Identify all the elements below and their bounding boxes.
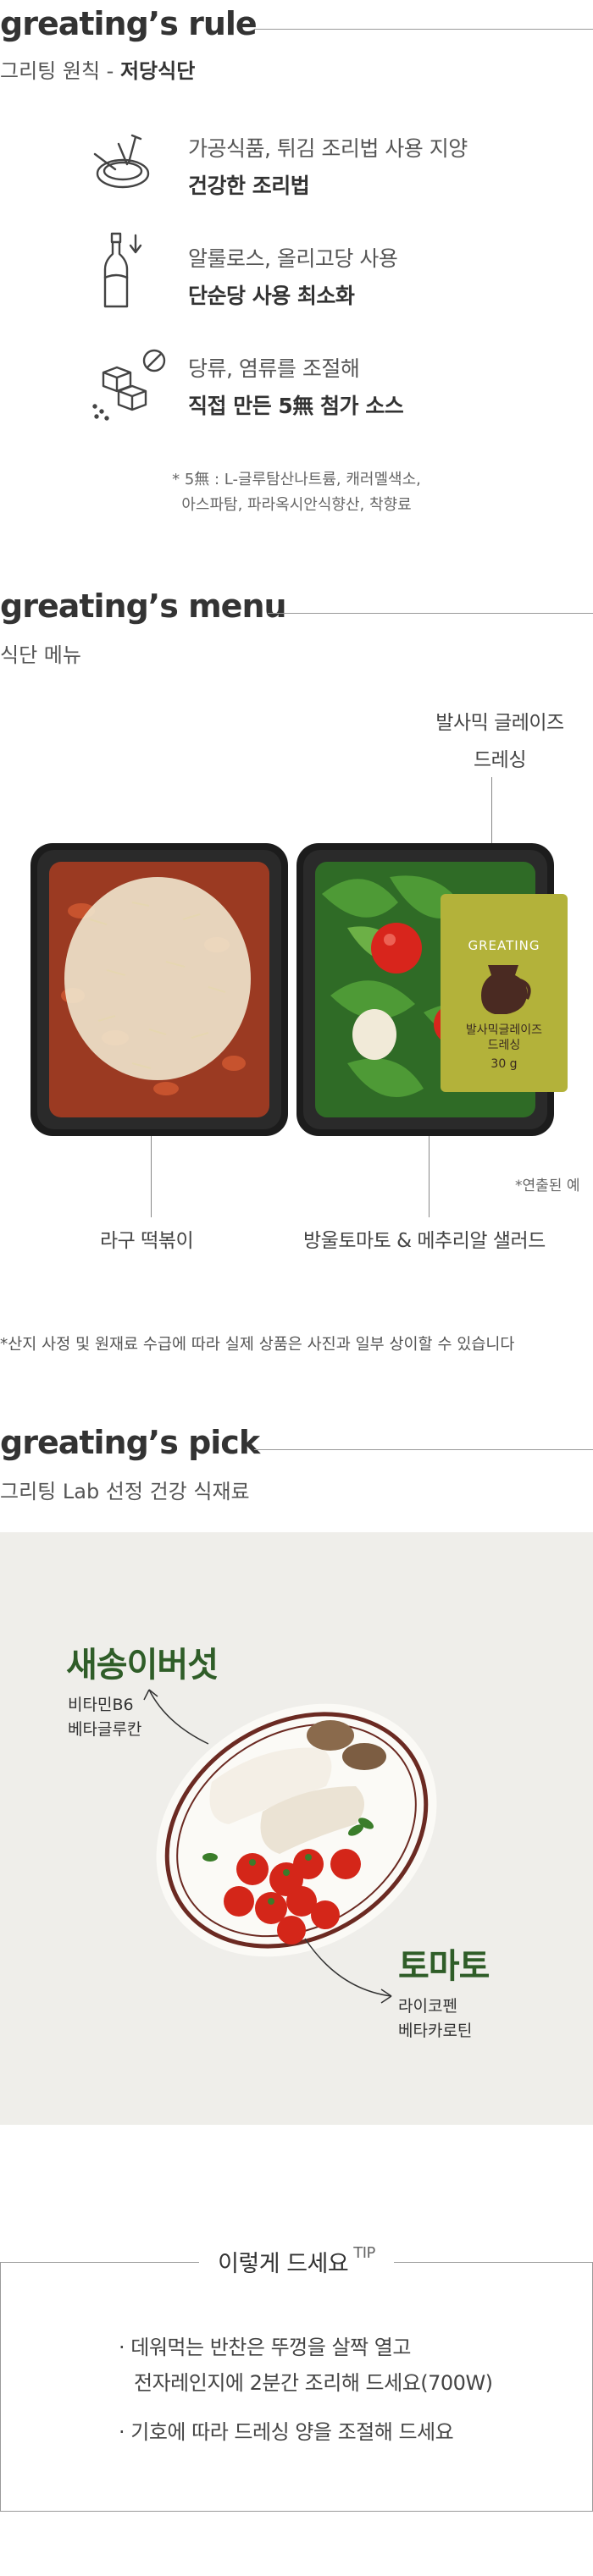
pick-item2-name: 토마토 bbox=[398, 1947, 490, 1986]
menu-section-title: greating’s menu bbox=[0, 587, 287, 625]
dish2-label: 방울토마토 & 메추리알 샐러드 bbox=[303, 1230, 546, 1252]
dish1-leader-line bbox=[151, 1136, 152, 1217]
rule-additive-note: * 5無 : L-글루탐산나트륨, 캐러멜색소, 아스파탐, 파라옥시안식향산,… bbox=[0, 467, 593, 518]
oil-bottle-icon bbox=[85, 229, 161, 308]
pick-subtitle: 그리팅 Lab 선정 건강 식재료 bbox=[0, 1480, 250, 1503]
dish2-leader-line bbox=[429, 1136, 430, 1217]
rule-subtitle-bold: 저당식단 bbox=[119, 59, 196, 83]
sauce-pack-weight: 30 g bbox=[490, 1057, 518, 1071]
rule-note-line1: * 5無 : L-글루탐산나트륨, 캐러멜색소, bbox=[172, 471, 421, 488]
pick-photo: 새송이버섯 비타민B6 베타글루칸 토마토 라이코펜 베타카로틴 bbox=[0, 1532, 593, 2125]
tip-item-1-line1: · 데워먹는 반찬은 뚜껑을 살짝 열고 bbox=[119, 2336, 411, 2359]
sauce-pack-brand: GREATING bbox=[468, 938, 540, 953]
sauce-label: 발사믹 글레이즈 드레싱 bbox=[425, 704, 574, 779]
sauce-label-line1: 발사믹 글레이즈 bbox=[435, 712, 564, 734]
rule-item-3-line1: 당류, 염류를 조절해 bbox=[188, 356, 360, 381]
rule-item-2-line1: 알룰로스, 올리고당 사용 bbox=[188, 246, 398, 271]
tip-title-sup: TIP bbox=[353, 2244, 375, 2262]
sauce-label-line2: 드레싱 bbox=[474, 749, 526, 771]
rule-item-2-line2: 단순당 사용 최소화 bbox=[188, 284, 355, 308]
pick-item1-desc: 비타민B6 베타글루칸 bbox=[68, 1693, 141, 1742]
rule-title-divider bbox=[254, 29, 593, 30]
tip-title-text: 이렇게 드세요 bbox=[218, 2251, 349, 2277]
pick-item2-desc2: 베타카로틴 bbox=[398, 2022, 473, 2040]
tip-title-wrap: 이렇게 드세요 TIP bbox=[0, 2244, 593, 2278]
menu-disclaimer: *산지 사정 및 원재료 수급에 따라 실제 상품은 사진과 일부 상이할 수 … bbox=[0, 1336, 515, 1354]
pick-title-divider bbox=[254, 1449, 593, 1450]
rule-item-3: 당류, 염류를 조절해 직접 만든 5無 첨가 소스 bbox=[188, 352, 404, 420]
sauce-pack-name: 발사믹글레이즈 드레싱 30 g bbox=[441, 1023, 568, 1072]
pitcher-icon bbox=[481, 965, 531, 1014]
rule-subtitle: 그리팅 원칙 - 저당식단 bbox=[0, 54, 195, 84]
rule-section-title: greating’s rule bbox=[0, 5, 258, 42]
rule-item-1-line2: 건강한 조리법 bbox=[188, 174, 310, 198]
tip-item-1-line2: 전자레인지에 2분간 조리해 드세요(700W) bbox=[134, 2371, 493, 2395]
styled-note: *연출된 예 bbox=[515, 1178, 580, 1194]
sauce-pack-image: GREATING 발사믹글레이즈 드레싱 30 g bbox=[441, 894, 568, 1092]
tip-item-1: · 데워먹는 반찬은 뚜껑을 살짝 열고 전자레인지에 2분간 조리해 드세요(… bbox=[119, 2330, 493, 2401]
pick-item1-desc1: 비타민B6 bbox=[68, 1696, 134, 1714]
dish1-label: 라구 떡볶이 bbox=[100, 1230, 194, 1252]
sauce-pack-name-line2: 드레싱 bbox=[487, 1039, 521, 1052]
sauce-pack-name-line1: 발사믹글레이즈 bbox=[465, 1023, 543, 1037]
rule-note-line2: 아스파탐, 파라옥시안식향산, 착향료 bbox=[181, 496, 412, 514]
pick-item1-name: 새송이버섯 bbox=[66, 1646, 219, 1685]
pick-item2-desc: 라이코펜 베타카로틴 bbox=[398, 1994, 472, 2044]
rule-subtitle-prefix: 그리팅 원칙 - bbox=[0, 59, 120, 83]
pick-item2-desc1: 라이코펜 bbox=[398, 1997, 457, 2016]
tip-title: 이렇게 드세요 TIP bbox=[199, 2244, 394, 2278]
menu-title-divider bbox=[268, 613, 593, 614]
rule-item-1: 가공식품, 튀김 조리법 사용 지양 건강한 조리법 bbox=[188, 132, 468, 200]
menu-subtitle: 식단 메뉴 bbox=[0, 643, 81, 667]
rule-item-2: 알룰로스, 올리고당 사용 단순당 사용 최소화 bbox=[188, 242, 398, 310]
pan-icon bbox=[85, 127, 161, 203]
plate-image bbox=[143, 1689, 437, 2004]
tteokbokki-tray-image bbox=[30, 843, 288, 1136]
rule-item-3-line2: 직접 만든 5無 첨가 소스 bbox=[188, 394, 404, 418]
sugar-cube-icon bbox=[85, 347, 166, 423]
tip-item-2: · 기호에 따라 드레싱 양을 조절해 드세요 bbox=[119, 2420, 454, 2444]
rule-item-1-line1: 가공식품, 튀김 조리법 사용 지양 bbox=[188, 136, 468, 161]
pick-section-title: greating’s pick bbox=[0, 1424, 260, 1461]
pick-item1-desc2: 베타글루칸 bbox=[68, 1720, 142, 1739]
